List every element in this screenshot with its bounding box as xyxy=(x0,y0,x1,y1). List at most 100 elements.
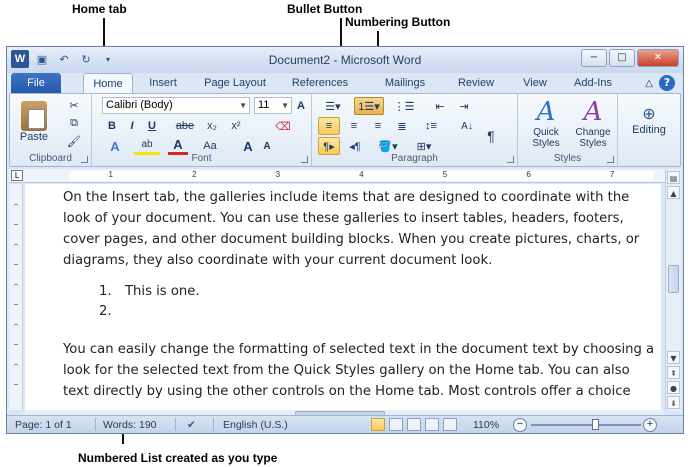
subscript-button[interactable]: x₂ xyxy=(202,117,222,135)
scroll-up-icon[interactable]: ▲ xyxy=(667,186,680,199)
window-controls: − □ ✕ xyxy=(581,49,679,67)
tab-home[interactable]: Home xyxy=(83,73,133,93)
word-count[interactable]: Words: 190 xyxy=(103,418,157,432)
tab-file[interactable]: File xyxy=(11,73,61,93)
page-count[interactable]: Page: 1 of 1 xyxy=(15,418,72,432)
title-bar: W ▣ ↶ ↻ ▾ Document2 - Microsoft Word − □… xyxy=(7,47,683,73)
justify-button[interactable]: ≣ xyxy=(392,117,412,135)
horizontal-ruler: L 1 2 3 4 5 6 7 xyxy=(9,169,681,183)
tab-insert[interactable]: Insert xyxy=(139,73,187,93)
underline-button[interactable]: U xyxy=(144,117,160,135)
multilevel-list-button[interactable]: ⋮☰ xyxy=(390,97,418,115)
show-hide-button[interactable]: ¶ xyxy=(482,127,500,145)
ruler-number: 6 xyxy=(526,170,531,179)
italic-button[interactable]: I xyxy=(124,117,140,135)
ruler-tick xyxy=(14,384,18,385)
group-font: Calibri (Body) ▼ 11 ▼ A B I U abe x₂ x² … xyxy=(92,94,312,166)
ruler-tick xyxy=(14,244,18,245)
ruler-tick xyxy=(14,204,18,205)
full-screen-reading-view-icon[interactable] xyxy=(389,418,403,431)
change-styles-icon: A xyxy=(583,97,603,127)
language-indicator[interactable]: English (U.S.) xyxy=(223,418,288,432)
line-spacing-button[interactable]: ↕≡ xyxy=(420,117,442,135)
paragraph-line: text directly by using the other control… xyxy=(63,384,631,399)
font-size-combo[interactable]: 11 ▼ xyxy=(254,97,292,114)
font-name-combo[interactable]: Calibri (Body) ▼ xyxy=(102,97,250,114)
copy-icon[interactable]: ⧉ xyxy=(64,114,84,132)
print-layout-view-icon[interactable] xyxy=(371,418,385,431)
paste-button[interactable]: Paste xyxy=(14,96,54,148)
ruler-number: 2 xyxy=(192,170,197,179)
tab-selector[interactable]: L xyxy=(11,170,23,181)
increase-indent-button[interactable]: ⇥ xyxy=(454,97,474,115)
status-separator xyxy=(213,418,214,431)
group-paragraph: ☰▾ 1☰▾ ⋮☰ ⇤ ⇥ ≡ ≡ ≡ ≣ ↕≡ A↓ ¶▸ ◂¶ 🪣▾ ⊞▾ … xyxy=(312,94,518,166)
strikethrough-button[interactable]: abe xyxy=(172,117,198,135)
maximize-button[interactable]: □ xyxy=(609,49,635,67)
tab-references[interactable]: References xyxy=(285,73,355,93)
decrease-indent-button[interactable]: ⇤ xyxy=(430,97,450,115)
previous-page-icon[interactable]: ⇞ xyxy=(667,366,680,379)
styles-launcher-icon[interactable] xyxy=(607,156,614,163)
tab-review[interactable]: Review xyxy=(451,73,501,93)
bullets-button[interactable]: ☰▾ xyxy=(318,97,348,115)
minimize-button[interactable]: − xyxy=(581,49,607,67)
minimize-ribbon-icon[interactable]: △ xyxy=(645,78,653,89)
editing-button[interactable]: ⊕ Editing xyxy=(624,98,674,142)
font-name-value: Calibri (Body) xyxy=(106,99,173,111)
view-ruler-icon[interactable]: ▤ xyxy=(667,171,680,184)
change-styles-button[interactable]: A Change Styles xyxy=(570,96,616,150)
help-icon[interactable]: ? xyxy=(659,75,675,91)
bold-button[interactable]: B xyxy=(104,117,120,135)
ruler-tick xyxy=(14,364,18,365)
zoom-slider-track[interactable] xyxy=(531,424,641,426)
tab-view[interactable]: View xyxy=(515,73,555,93)
quick-styles-button[interactable]: A Quick Styles xyxy=(524,96,568,150)
tab-add-ins[interactable]: Add-Ins xyxy=(567,73,619,93)
zoom-level[interactable]: 110% xyxy=(473,418,499,432)
tab-mailings[interactable]: Mailings xyxy=(377,73,433,93)
outline-view-icon[interactable] xyxy=(425,418,439,431)
clipboard-launcher-icon[interactable] xyxy=(81,156,88,163)
next-page-icon[interactable]: ⇟ xyxy=(667,396,680,409)
ruler-number: 3 xyxy=(275,170,281,179)
ruler-tick xyxy=(14,264,18,265)
paragraph-launcher-icon[interactable] xyxy=(507,156,514,163)
zoom-slider-knob[interactable] xyxy=(592,419,599,430)
binoculars-icon: ⊕ xyxy=(642,106,656,123)
grow-font-button[interactable]: A xyxy=(294,97,308,115)
close-button[interactable]: ✕ xyxy=(637,49,679,67)
zoom-in-button[interactable]: + xyxy=(643,418,657,432)
sort-button[interactable]: A↓ xyxy=(456,117,478,135)
clipboard-group-label: Clipboard xyxy=(29,153,72,164)
draft-view-icon[interactable] xyxy=(443,418,457,431)
numbering-button[interactable]: 1☰▾ xyxy=(354,97,384,115)
status-separator xyxy=(175,418,176,431)
align-center-button[interactable]: ≡ xyxy=(344,117,364,135)
zoom-out-button[interactable]: − xyxy=(513,418,527,432)
proofing-icon[interactable]: ✔ xyxy=(187,418,196,432)
font-launcher-icon[interactable] xyxy=(301,156,308,163)
font-size-dropdown-icon: ▼ xyxy=(281,101,289,110)
paragraph-line: look for the selected text from the Quic… xyxy=(63,363,630,378)
document-page[interactable]: On the Insert tab, the galleries include… xyxy=(25,184,661,410)
group-editing: ⊕ Editing xyxy=(618,94,680,166)
format-painter-icon[interactable]: 🖌 xyxy=(64,132,84,150)
home-tab-callout: Home tab xyxy=(72,2,127,16)
scroll-down-icon[interactable]: ▼ xyxy=(667,351,680,364)
quick-styles-icon: A xyxy=(536,97,556,127)
superscript-button[interactable]: x² xyxy=(226,117,246,135)
numbered-list-callout: Numbered List created as you type xyxy=(78,451,278,465)
browse-object-icon[interactable]: ● xyxy=(667,381,680,394)
tab-page-layout[interactable]: Page Layout xyxy=(197,73,273,93)
cut-icon[interactable]: ✂ xyxy=(64,96,84,114)
clear-formatting-icon[interactable]: ⌫ xyxy=(272,117,294,135)
ruler-tick xyxy=(14,344,18,345)
align-right-button[interactable]: ≡ xyxy=(368,117,388,135)
status-separator xyxy=(95,418,96,431)
list-number: 2. xyxy=(99,304,112,319)
scroll-thumb[interactable] xyxy=(668,265,679,293)
align-left-button[interactable]: ≡ xyxy=(318,117,340,135)
vertical-scrollbar[interactable]: ▤ ▲ ▼ ⇞ ● ⇟ xyxy=(665,169,681,411)
web-layout-view-icon[interactable] xyxy=(407,418,421,431)
